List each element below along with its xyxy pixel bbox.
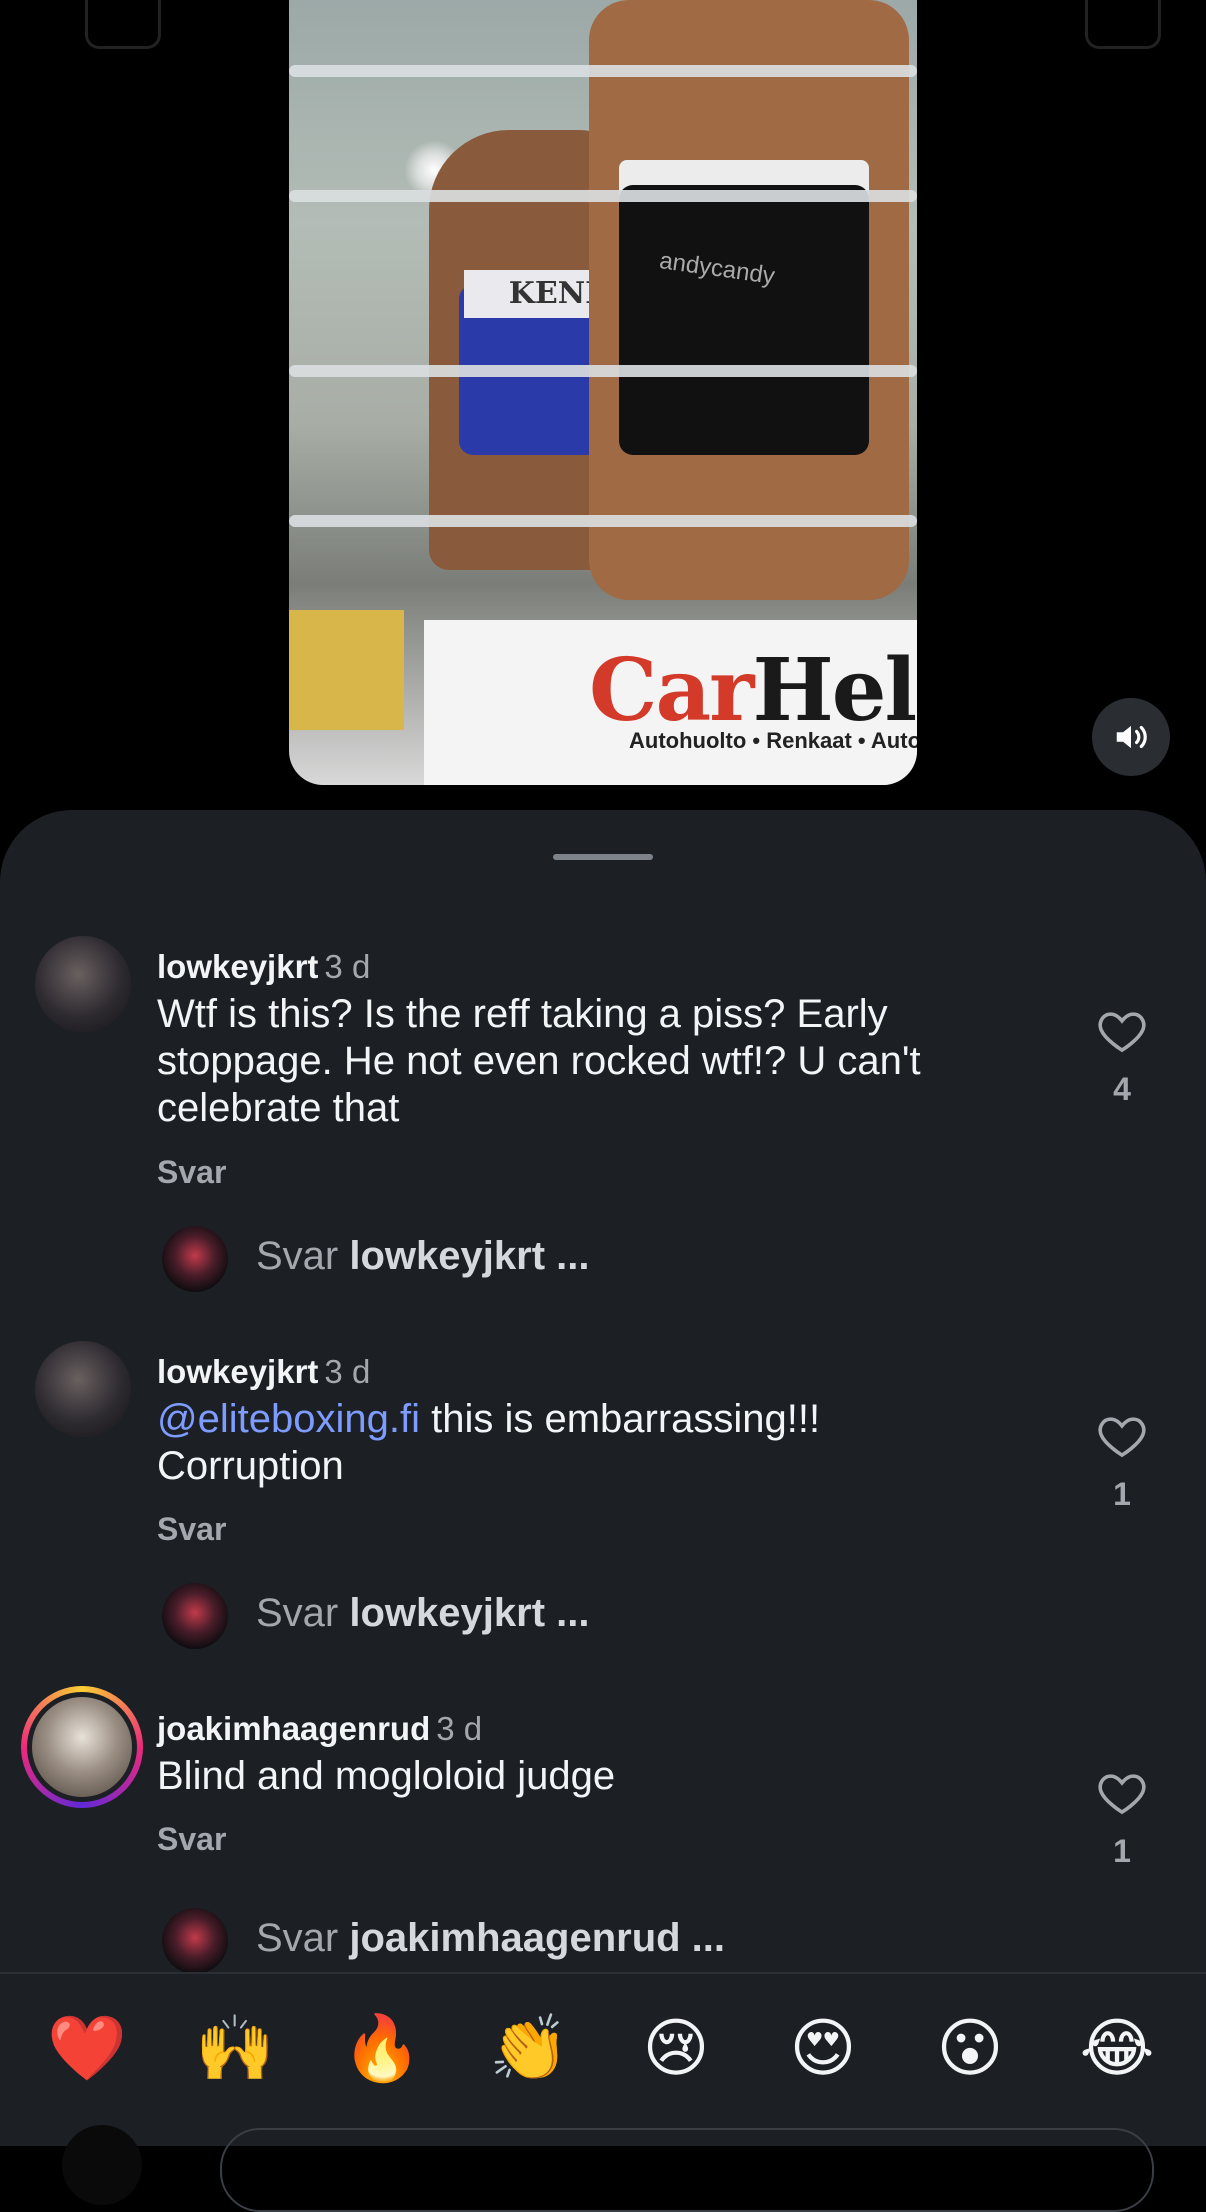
ring-rope [289,65,917,77]
speaker-icon [1116,725,1147,749]
comment-text: Blind and mogloloid judge [157,1754,616,1798]
emoji-raised-hands[interactable]: 🙌 [190,2010,280,2086]
own-avatar [162,1226,228,1292]
comment-meta: lowkeyjkrt 3 d [157,1353,370,1391]
camera-icon[interactable] [1085,0,1161,49]
like-count: 1 [1113,1833,1131,1869]
comment-time: 3 d [324,1353,371,1390]
comment-username[interactable]: lowkeyjkrt [157,1353,318,1390]
comment-text: Wtf is this? Is the reff taking a piss? … [157,992,921,1130]
comment-username[interactable]: lowkeyjkrt [157,948,318,985]
reply-button[interactable]: Svar [157,1821,226,1858]
like-count: 1 [1113,1476,1131,1512]
emoji-crying[interactable]: 😢 [631,2010,721,2086]
emoji-reaction-bar: ❤️ 🙌 🔥 👏 😢 😍 😮 😂 [0,1972,1206,2146]
avatar-with-story[interactable] [21,1686,143,1808]
ring-rope [289,515,917,527]
video-area: KENI andycandy CarHel Autohuolto • Renka… [0,0,1206,820]
ring-rope [289,190,917,202]
comment-username[interactable]: joakimhaagenrud [157,1710,430,1747]
heart-icon[interactable] [1095,1766,1149,1820]
ring-rope [289,365,917,377]
heart-icon[interactable] [1095,1004,1149,1058]
yellow-sign [289,610,404,730]
reply-prompt: Svar lowkeyjkrt ... [256,1591,590,1635]
reply-button[interactable]: Svar [157,1154,226,1191]
emoji-fire[interactable]: 🔥 [337,2010,427,2086]
comment-meta: joakimhaagenrud 3 d [157,1710,482,1748]
avatar[interactable] [35,1341,131,1437]
comment-time: 3 d [436,1710,483,1747]
comment-time: 3 d [324,948,371,985]
fighter-right-shorts [619,185,869,455]
avatar[interactable] [35,936,131,1032]
reply-prompt: Svar joakimhaagenrud ... [256,1916,726,1960]
emoji-heart[interactable]: ❤️ [42,2010,132,2086]
own-avatar [62,2125,142,2205]
reply-button[interactable]: Svar [157,1511,226,1548]
sponsor-subtitle: Autohuolto • Renkaat • Auto [629,728,917,753]
mention-link[interactable]: @eliteboxing.fi [157,1397,420,1441]
own-avatar [162,1908,228,1974]
emoji-laughing[interactable]: 😂 [1072,2010,1162,2086]
sponsor-logo: CarHel [589,640,917,741]
comment-input[interactable] [220,2128,1154,2212]
comment-text: @eliteboxing.fi this is embarrassing!!! … [157,1397,821,1488]
emoji-surprised[interactable]: 😮 [925,2010,1015,2086]
emoji-heart-eyes[interactable]: 😍 [778,2010,868,2086]
video-player[interactable]: KENI andycandy CarHel Autohuolto • Renka… [289,0,917,785]
emoji-clap[interactable]: 👏 [484,2010,574,2086]
sheet-drag-handle[interactable] [553,854,653,860]
reply-prompt: Svar lowkeyjkrt ... [256,1234,590,1278]
comments-sheet: lowkeyjkrt 3 d Wtf is this? Is the reff t… [0,810,1206,2144]
back-icon[interactable] [85,0,161,49]
like-count: 4 [1113,1071,1131,1107]
sound-toggle-button[interactable] [1092,698,1170,776]
comment-meta: lowkeyjkrt 3 d [157,948,370,986]
own-avatar [162,1583,228,1649]
heart-icon[interactable] [1095,1409,1149,1463]
